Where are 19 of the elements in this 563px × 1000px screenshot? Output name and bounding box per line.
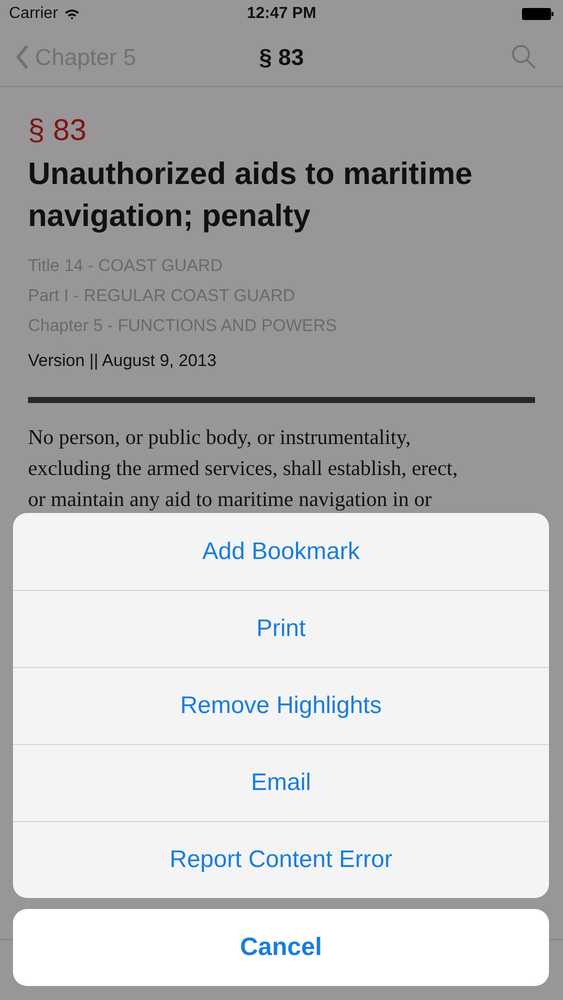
search-icon[interactable] [511,44,537,70]
action-button[interactable]: Remove Highlights [13,667,549,744]
action-button[interactable]: Report Content Error [13,821,549,898]
battery-icon [522,8,554,20]
body-text: excluding the armed services, shall establish, erect, [28,455,458,482]
cancel-button[interactable]: Cancel [13,909,549,986]
action-button[interactable]: Email [13,744,549,821]
version-label: Version || August 9, 2013 [28,350,218,372]
wifi-icon [64,8,80,20]
action-button[interactable]: Print [13,590,549,667]
body-text: No person, or public body, or instrumentality, [28,424,411,451]
action-button[interactable]: Add Bookmark [13,513,549,590]
nav-title: § 83 [259,42,304,72]
clock-time: 12:47 PM [246,4,316,24]
chevron-left-icon [16,44,29,70]
section-title: Unauthorized aids to maritime navigation; penalty [28,155,474,235]
carrier-label: Carrier [9,4,58,24]
body-text: or maintain any aid to maritime navigation in or [28,486,432,513]
section-number: § 83 [28,113,88,149]
